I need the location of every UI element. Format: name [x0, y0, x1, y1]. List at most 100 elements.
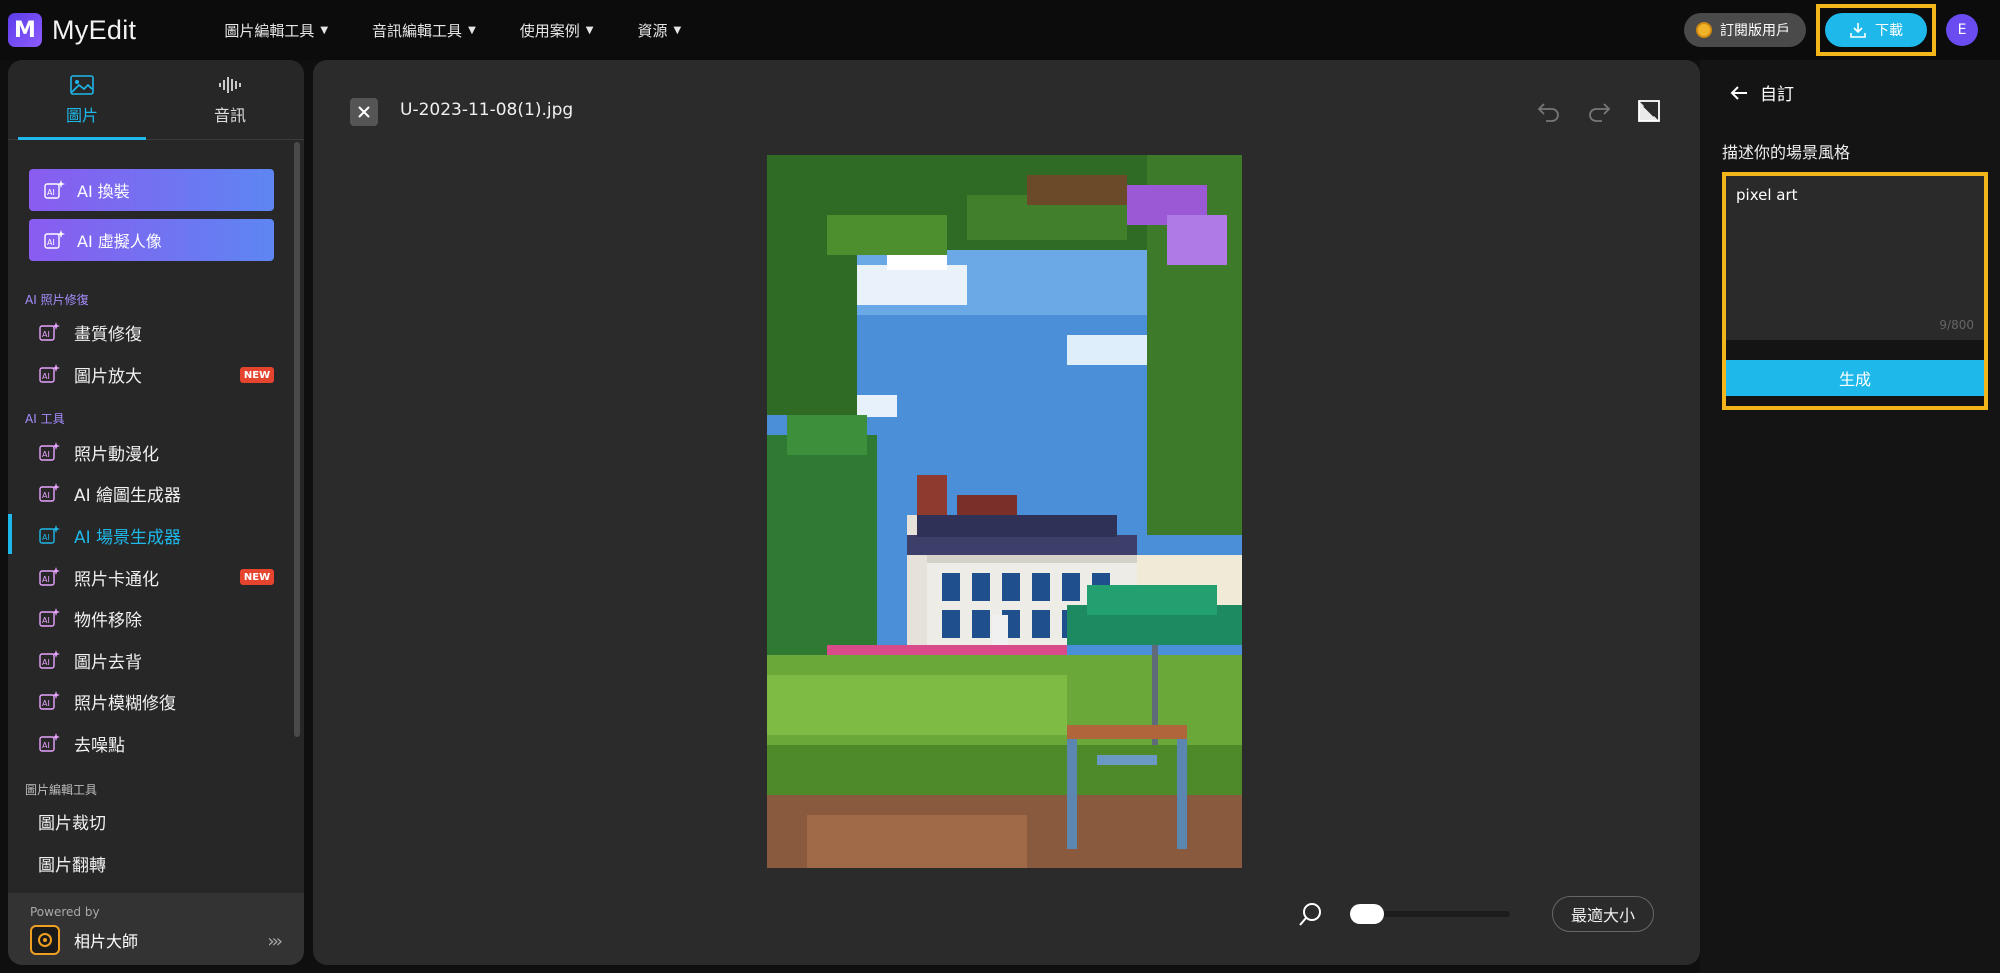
sidebar-item-crop[interactable]: 圖片裁切 [38, 809, 106, 834]
svg-text:AI: AI [42, 533, 50, 542]
nav-label: 音訊編輯工具 [372, 21, 463, 40]
redo-icon [1589, 103, 1611, 122]
redo-button[interactable] [1584, 96, 1614, 126]
powered-by-label: Powered by [30, 905, 100, 919]
undo-button[interactable] [1534, 96, 1564, 126]
sidebar-item-ai-scene[interactable]: AI AI 場景生成器 [38, 523, 182, 548]
avatar[interactable]: E [1946, 14, 1978, 46]
sidebar-item-label: 圖片翻轉 [38, 855, 106, 876]
sidebar-item-object-removal[interactable]: AI 物件移除 [38, 606, 142, 631]
nav-use-cases[interactable]: 使用案例 ▼ [520, 20, 594, 41]
sidebar-item-denoise[interactable]: AI 去噪點 [38, 731, 125, 756]
section-edit-tools: 圖片編輯工具 [25, 783, 98, 797]
download-highlight: 下載 [1816, 4, 1936, 56]
powered-by-app-link[interactable]: 相片大師 [30, 925, 138, 955]
active-indicator [8, 514, 12, 554]
ai-sparkle-icon: AI [39, 442, 60, 461]
sidebar-item-quality-repair[interactable]: AI 畫質修復 [38, 320, 142, 345]
zoom-icon [1299, 903, 1321, 926]
coin-icon [1696, 22, 1712, 38]
svg-text:AI: AI [42, 450, 50, 459]
prompt-value: pixel art [1736, 186, 1798, 204]
svg-text:AI: AI [42, 741, 50, 750]
ai-sparkle-icon: AI [44, 230, 65, 249]
generate-button[interactable]: 生成 [1726, 360, 1984, 396]
ai-sparkle-icon: AI [44, 180, 65, 199]
zoom-slider-knob[interactable] [1350, 904, 1384, 924]
sidebar-item-label: AI 繪圖生成器 [74, 485, 182, 506]
nav-label: 資源 [637, 21, 668, 40]
svg-text:AI: AI [42, 616, 50, 625]
pixel-art-scene-image [767, 155, 1242, 868]
close-icon [358, 106, 370, 118]
ai-sparkle-icon: AI [39, 483, 60, 502]
file-name: U-2023-11-08(1).jpg [400, 100, 574, 120]
sidebar-item-label: 圖片裁切 [38, 813, 106, 834]
new-badge: NEW [240, 367, 274, 383]
sidebar-item-label: 圖片去背 [74, 652, 142, 673]
expand-chevrons-icon[interactable]: ››› [267, 931, 283, 952]
undo-icon [1537, 103, 1559, 122]
svg-text:AI: AI [42, 491, 50, 500]
nav-image-tools[interactable]: 圖片編輯工具 ▼ [224, 20, 328, 41]
ai-sparkle-icon: AI [39, 608, 60, 627]
tab-label: 圖片 [65, 105, 98, 125]
download-icon [1850, 23, 1866, 38]
compare-button[interactable] [1634, 96, 1664, 126]
arrow-left-icon [1730, 85, 1747, 100]
tab-image[interactable]: 圖片 [8, 60, 156, 140]
generated-image[interactable] [767, 155, 1242, 868]
sidebar-item-deblur[interactable]: AI 照片模糊修復 [38, 689, 176, 714]
photodirector-icon [30, 925, 60, 955]
sidebar-item-label: 照片動漫化 [74, 444, 159, 465]
chevron-down-icon: ▼ [673, 24, 682, 36]
main-nav: 圖片編輯工具 ▼ 音訊編輯工具 ▼ 使用案例 ▼ 資源 ▼ [224, 20, 725, 41]
fit-size-button[interactable]: 最適大小 [1552, 896, 1655, 932]
back-label: 自訂 [1760, 85, 1794, 105]
cta-ai-avatar[interactable]: AI AI 虛擬人像 [29, 219, 274, 261]
sidebar-item-remove-bg[interactable]: AI 圖片去背 [38, 648, 142, 673]
nav-audio-tools[interactable]: 音訊編輯工具 ▼ [372, 20, 476, 41]
zoom-slider[interactable] [1350, 904, 1510, 924]
sidebar-item-label: 照片卡通化 [74, 569, 159, 590]
sidebar-item-upscale[interactable]: AI 圖片放大 [38, 362, 142, 387]
sidebar-item-anime[interactable]: AI 照片動漫化 [38, 440, 159, 465]
chevron-down-icon: ▼ [585, 24, 594, 36]
subscription-button[interactable]: 訂閱版用戶 [1684, 13, 1806, 47]
ai-sparkle-icon: AI [39, 691, 60, 710]
download-button[interactable]: 下載 [1825, 13, 1927, 47]
ai-sparkle-icon: AI [39, 733, 60, 752]
sidebar-item-flip[interactable]: 圖片翻轉 [38, 851, 106, 876]
cta-label: AI 換裝 [77, 182, 130, 201]
svg-text:AI: AI [42, 372, 50, 381]
prompt-textarea[interactable]: pixel art 9/800 [1726, 176, 1984, 340]
close-button[interactable] [350, 98, 378, 126]
new-badge: NEW [240, 569, 274, 585]
sidebar-scrollbar[interactable] [294, 142, 300, 737]
ai-sparkle-icon: AI [39, 525, 60, 544]
app-logo[interactable]: M MyEdit [8, 13, 136, 47]
sidebar-item-cartoon[interactable]: AI 照片卡通化 [38, 565, 159, 590]
powered-by: Powered by 相片大師 ››› [8, 893, 304, 965]
ai-sparkle-icon: AI [39, 364, 60, 383]
back-button[interactable]: 自訂 [1730, 80, 1794, 105]
ai-sparkle-icon: AI [39, 650, 60, 669]
image-icon [70, 74, 94, 95]
settings-panel: 自訂 描述你的場景風格 pixel art 9/800 生成 [1700, 60, 2000, 973]
nav-label: 圖片編輯工具 [224, 21, 315, 40]
nav-resources[interactable]: 資源 ▼ [637, 20, 681, 41]
section-ai-tools: AI 工具 [25, 412, 65, 426]
sidebar-item-ai-drawing[interactable]: AI AI 繪圖生成器 [38, 481, 182, 506]
sidebar-item-label: 畫質修復 [74, 324, 142, 345]
svg-text:AI: AI [42, 575, 50, 584]
chevron-down-icon: ▼ [320, 24, 329, 36]
editor-tools [1514, 96, 1664, 126]
cta-ai-outfit[interactable]: AI AI 換裝 [29, 169, 274, 211]
app-name: MyEdit [52, 14, 137, 45]
sidebar-item-label: AI 場景生成器 [74, 527, 182, 548]
tab-audio[interactable]: 音訊 [156, 60, 304, 139]
sidebar-tabs: 圖片 音訊 [8, 60, 304, 140]
prompt-label: 描述你的場景風格 [1722, 143, 1851, 162]
subscription-label: 訂閱版用戶 [1720, 23, 1790, 39]
svg-text:AI: AI [47, 238, 55, 247]
